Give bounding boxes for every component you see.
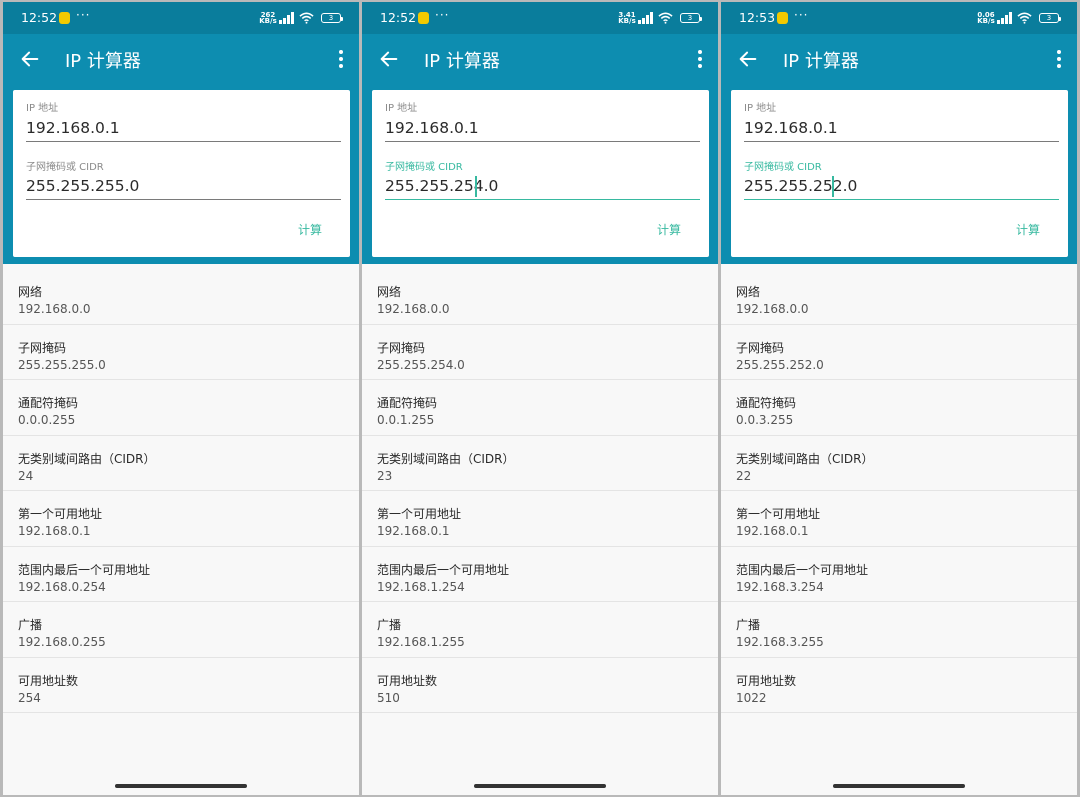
result-subnet-mask: 子网掩码 255.255.254.0 xyxy=(362,324,718,380)
ip-address-label: IP 地址 xyxy=(744,103,777,114)
app-title: IP 计算器 xyxy=(424,51,500,72)
signal-icon xyxy=(279,12,295,24)
wifi-icon xyxy=(299,12,314,24)
subnet-mask-input[interactable] xyxy=(385,172,700,200)
notification-icon xyxy=(59,12,70,24)
battery-icon: 3 xyxy=(680,13,702,23)
network-speed: 0.06 KB/s xyxy=(977,11,995,25)
back-arrow-icon[interactable] xyxy=(378,48,400,70)
subnet-mask-label: 子网掩码或 CIDR xyxy=(26,162,104,173)
subnet-mask-label: 子网掩码或 CIDR xyxy=(744,162,822,173)
results-list: 网络 192.168.0.0 子网掩码 255.255.254.0 通配符掩码 0.0… xyxy=(362,269,718,713)
network-speed: 3.41 KB/s xyxy=(618,11,636,25)
result-wildcard-mask: 通配符掩码 0.0.1.255 xyxy=(362,380,718,436)
wifi-icon xyxy=(658,12,673,24)
back-arrow-icon[interactable] xyxy=(737,48,759,70)
input-card: IP 地址 子网掩码或 CIDR 计算 xyxy=(13,90,350,257)
calculate-button[interactable]: 计算 xyxy=(283,214,337,244)
result-cidr: 无类别域间路由（CIDR） 23 xyxy=(362,435,718,491)
result-usable-count: 可用地址数 254 xyxy=(3,657,359,713)
notification-icon xyxy=(777,12,788,24)
more-notifications-icon: ··· xyxy=(794,8,809,22)
ip-address-label: IP 地址 xyxy=(385,103,418,114)
battery-icon: 3 xyxy=(321,13,343,23)
more-notifications-icon: ··· xyxy=(435,8,450,22)
results-list: 网络 192.168.0.0 子网掩码 255.255.255.0 通配符掩码 0.0… xyxy=(3,269,359,713)
result-first-usable: 第一个可用地址 192.168.0.1 xyxy=(362,491,718,547)
network-speed: 262 KB/s xyxy=(259,11,277,25)
app-bar: IP 计算器 xyxy=(362,34,718,90)
result-usable-count: 可用地址数 510 xyxy=(362,657,718,713)
status-bar: 12:53 ··· 0.06 KB/s 3 xyxy=(721,2,1077,34)
ip-address-input[interactable] xyxy=(744,114,1059,142)
back-arrow-icon[interactable] xyxy=(19,48,41,70)
wifi-icon xyxy=(1017,12,1032,24)
result-wildcard-mask: 通配符掩码 0.0.0.255 xyxy=(3,380,359,436)
status-time: 12:53 xyxy=(739,10,776,25)
subnet-mask-label: 子网掩码或 CIDR xyxy=(385,162,463,173)
status-time: 12:52 xyxy=(21,10,58,25)
header: 12:52 ··· 3.41 KB/s 3 IP 计算器 IP 地址 192.1… xyxy=(362,2,718,264)
result-usable-count: 可用地址数 1022 xyxy=(721,657,1077,713)
subnet-mask-input[interactable] xyxy=(744,172,1059,200)
phone-screen-1: 12:52 ··· 262 KB/s 3 IP 计算器 IP 地址 192.16… xyxy=(3,2,359,795)
result-subnet-mask: 子网掩码 255.255.255.0 xyxy=(3,324,359,380)
phone-screen-3: 12:53 ··· 0.06 KB/s 3 IP 计算器 IP 地址 192.1… xyxy=(721,2,1077,795)
result-last-usable: 范围内最后一个可用地址 192.168.1.254 xyxy=(362,546,718,602)
result-first-usable: 第一个可用地址 192.168.0.1 xyxy=(3,491,359,547)
header: 12:53 ··· 0.06 KB/s 3 IP 计算器 IP 地址 192.1… xyxy=(721,2,1077,264)
home-indicator[interactable] xyxy=(115,784,247,788)
input-card: IP 地址 子网掩码或 CIDR 计算 xyxy=(372,90,709,257)
header: 12:52 ··· 262 KB/s 3 IP 计算器 IP 地址 192.16… xyxy=(3,2,359,264)
result-cidr: 无类别域间路由（CIDR） 24 xyxy=(3,435,359,491)
input-card: IP 地址 子网掩码或 CIDR 计算 xyxy=(731,90,1068,257)
status-bar: 12:52 ··· 3.41 KB/s 3 xyxy=(362,2,718,34)
text-cursor xyxy=(475,176,477,197)
result-broadcast: 广播 192.168.0.255 xyxy=(3,602,359,658)
more-vert-icon[interactable] xyxy=(690,48,710,70)
text-cursor xyxy=(832,176,834,197)
app-title: IP 计算器 xyxy=(783,51,859,72)
status-bar: 12:52 ··· 262 KB/s 3 xyxy=(3,2,359,34)
result-network: 网络 192.168.0.0 xyxy=(362,269,718,325)
home-indicator[interactable] xyxy=(474,784,606,788)
result-cidr: 无类别域间路由（CIDR） 22 xyxy=(721,435,1077,491)
result-last-usable: 范围内最后一个可用地址 192.168.3.254 xyxy=(721,546,1077,602)
result-first-usable: 第一个可用地址 192.168.0.1 xyxy=(721,491,1077,547)
subnet-mask-input[interactable] xyxy=(26,172,341,200)
phone-screen-2: 12:52 ··· 3.41 KB/s 3 IP 计算器 IP 地址 192.1… xyxy=(362,2,718,795)
result-broadcast: 广播 192.168.1.255 xyxy=(362,602,718,658)
result-network: 网络 192.168.0.0 xyxy=(721,269,1077,325)
result-wildcard-mask: 通配符掩码 0.0.3.255 xyxy=(721,380,1077,436)
app-title: IP 计算器 xyxy=(65,51,141,72)
home-indicator[interactable] xyxy=(833,784,965,788)
result-broadcast: 广播 192.168.3.255 xyxy=(721,602,1077,658)
more-vert-icon[interactable] xyxy=(331,48,351,70)
status-time: 12:52 xyxy=(380,10,417,25)
app-bar: IP 计算器 xyxy=(3,34,359,90)
results-list: 网络 192.168.0.0 子网掩码 255.255.252.0 通配符掩码 0.0… xyxy=(721,269,1077,713)
calculate-button[interactable]: 计算 xyxy=(1001,214,1055,244)
calculate-button[interactable]: 计算 xyxy=(642,214,696,244)
result-network: 网络 192.168.0.0 xyxy=(3,269,359,325)
signal-icon xyxy=(638,12,654,24)
ip-address-input[interactable] xyxy=(385,114,700,142)
app-bar: IP 计算器 xyxy=(721,34,1077,90)
battery-icon: 3 xyxy=(1039,13,1061,23)
ip-address-label: IP 地址 xyxy=(26,103,59,114)
more-vert-icon[interactable] xyxy=(1049,48,1069,70)
result-subnet-mask: 子网掩码 255.255.252.0 xyxy=(721,324,1077,380)
notification-icon xyxy=(418,12,429,24)
ip-address-input[interactable] xyxy=(26,114,341,142)
signal-icon xyxy=(997,12,1013,24)
more-notifications-icon: ··· xyxy=(76,8,91,22)
result-last-usable: 范围内最后一个可用地址 192.168.0.254 xyxy=(3,546,359,602)
